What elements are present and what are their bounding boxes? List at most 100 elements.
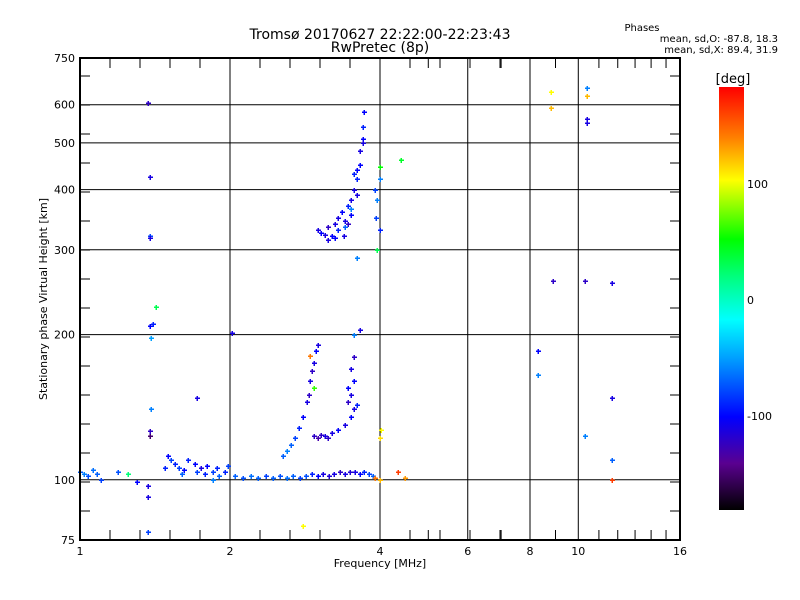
point-marker-v [375, 216, 377, 221]
point-marker-v [196, 396, 198, 401]
data-point [312, 386, 317, 391]
point-marker-v [317, 436, 319, 441]
data-point [310, 472, 315, 477]
x-tick-label: 1 [77, 545, 84, 558]
ionogram-chart: Tromsø 20170627 22:22:00-22:23:43 RwPret… [37, 23, 778, 570]
data-point [285, 449, 290, 454]
point-marker-v [397, 470, 399, 475]
point-marker-v [313, 386, 315, 391]
point-marker-v [299, 476, 301, 481]
data-point [352, 333, 357, 338]
data-point [333, 222, 338, 227]
data-point [146, 484, 151, 489]
data-point [343, 472, 348, 477]
data-point [375, 198, 380, 203]
data-point [304, 474, 309, 479]
point-marker-v [379, 436, 381, 441]
data-point [169, 458, 174, 463]
point-marker-v [400, 158, 402, 163]
point-marker-v [315, 349, 317, 354]
data-point [355, 193, 360, 198]
data-point [346, 204, 351, 209]
point-marker-v [337, 216, 339, 221]
data-point [310, 369, 315, 374]
data-point [583, 279, 588, 284]
data-point [336, 228, 341, 233]
point-marker-v [224, 470, 226, 475]
data-point [233, 474, 238, 479]
data-point [205, 464, 210, 469]
data-point [349, 207, 354, 212]
point-marker-v [305, 474, 307, 479]
data-point [396, 470, 401, 475]
stats-o-line: mean, sd,O: -87.8, 18.3 [660, 34, 778, 45]
data-point [211, 478, 216, 483]
data-point [193, 462, 198, 467]
data-point [149, 407, 154, 412]
data-point [353, 470, 358, 475]
point-marker-v [178, 466, 180, 471]
data-point [301, 415, 306, 420]
data-point [163, 466, 168, 471]
point-marker-v [347, 400, 349, 405]
point-marker-v [92, 468, 94, 473]
point-marker-v [309, 354, 311, 359]
point-marker-v [350, 207, 352, 212]
point-marker-v [611, 458, 613, 463]
point-marker-v [584, 434, 586, 439]
point-marker-v [147, 101, 149, 106]
point-marker-v [362, 141, 364, 146]
point-marker-v [187, 458, 189, 463]
point-marker-v [170, 458, 172, 463]
point-marker-v [353, 379, 355, 384]
y-axis-label: Stationary phase Virtual Height [km] [37, 198, 50, 400]
data-point [307, 393, 312, 398]
point-marker-v [324, 434, 326, 439]
point-marker-v [149, 236, 151, 241]
point-marker-v [242, 476, 244, 481]
data-point [321, 472, 326, 477]
point-marker-v [350, 198, 352, 203]
point-marker-v [359, 163, 361, 168]
data-point [346, 222, 351, 227]
data-point [340, 210, 345, 215]
data-point [116, 470, 121, 475]
point-marker-v [356, 177, 358, 182]
x-axis-label: Frequency [MHz] [334, 557, 426, 570]
point-marker-v [341, 210, 343, 215]
data-point [195, 396, 200, 401]
point-marker-v [354, 470, 356, 475]
y-tick-label: 750 [54, 52, 75, 65]
point-marker-v [250, 474, 252, 479]
point-marker-v [586, 86, 588, 91]
point-marker-v [257, 476, 259, 481]
colorbar-tick-label: 100 [747, 178, 768, 191]
point-marker-v [350, 415, 352, 420]
point-marker-v [353, 407, 355, 412]
data-point [332, 472, 337, 477]
point-marker-v [147, 530, 149, 535]
data-point [148, 434, 153, 439]
data-point [610, 458, 615, 463]
point-marker-v [404, 476, 406, 481]
point-marker-v [317, 474, 319, 479]
data-point [281, 454, 286, 459]
point-marker-v [359, 472, 361, 477]
point-marker-v [155, 305, 157, 310]
point-marker-v [181, 472, 183, 477]
data-point [343, 219, 348, 224]
point-marker-v [611, 396, 613, 401]
data-point [358, 149, 363, 154]
point-marker-v [311, 369, 313, 374]
point-marker-v [356, 193, 358, 198]
data-point [549, 106, 554, 111]
x-tick-label: 4 [377, 545, 384, 558]
data-point [355, 256, 360, 261]
point-marker-v [234, 474, 236, 479]
point-marker-v [337, 228, 339, 233]
point-marker-v [359, 328, 361, 333]
x-tick-labels: 1 2 4 6 8 10 16 [77, 545, 688, 558]
data-point [352, 172, 357, 177]
point-marker-v [586, 94, 588, 99]
point-marker-v [320, 433, 322, 438]
